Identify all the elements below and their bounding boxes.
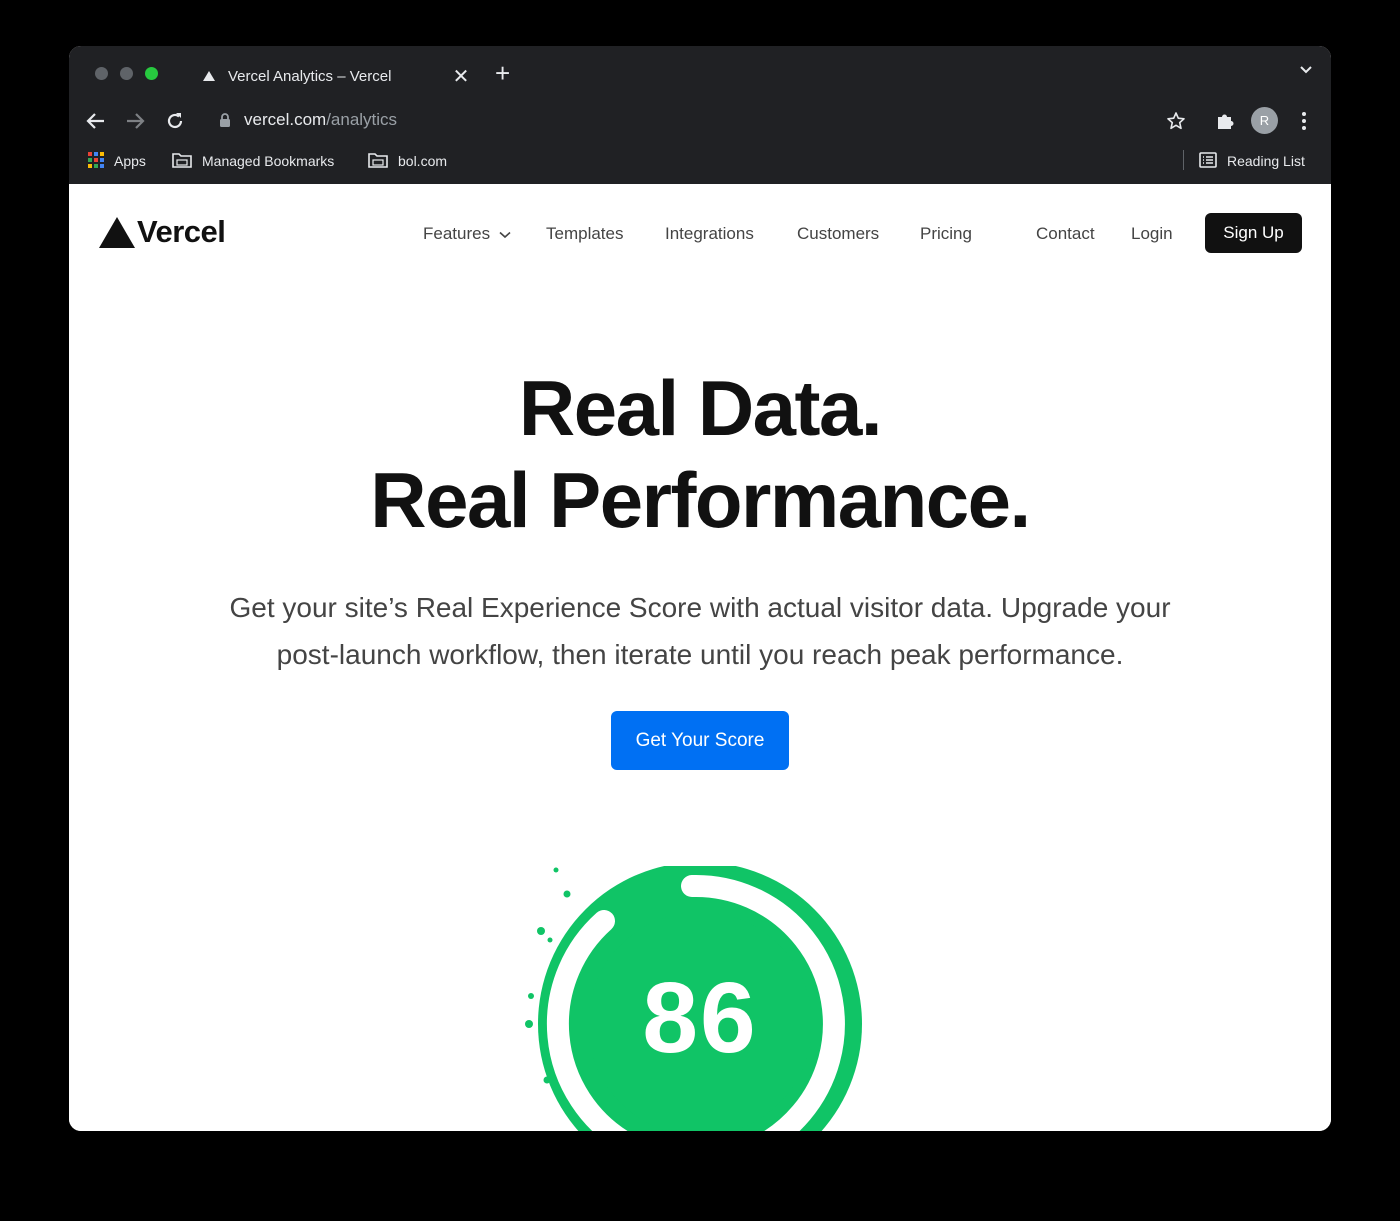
- nav-pricing[interactable]: Pricing: [920, 224, 972, 244]
- reload-icon[interactable]: [162, 108, 188, 134]
- bookmark-apps[interactable]: Apps: [88, 150, 146, 172]
- lock-icon[interactable]: [219, 113, 231, 133]
- experience-score-graphic: 86: [517, 862, 877, 1131]
- hero-title: Real Data. Real Performance.: [69, 362, 1331, 546]
- nav-integrations[interactable]: Integrations: [665, 224, 754, 244]
- bookmark-divider: [1183, 150, 1184, 170]
- hero-title-line1: Real Data.: [518, 364, 883, 452]
- bookmark-star-icon[interactable]: [1163, 108, 1189, 134]
- apps-grid-icon: [88, 151, 104, 171]
- hero-subtitle-line1: Get your site’s Real Experience Score wi…: [229, 592, 1171, 623]
- web-page: Vercel Features Templates Integrations C…: [69, 184, 1331, 1131]
- minimize-window-button[interactable]: [120, 67, 133, 80]
- hero-subtitle: Get your site’s Real Experience Score wi…: [69, 584, 1331, 678]
- nav-features[interactable]: Features: [423, 224, 511, 244]
- extensions-puzzle-icon[interactable]: [1212, 108, 1238, 134]
- vercel-logo[interactable]: Vercel: [99, 214, 226, 250]
- zoom-window-button[interactable]: [145, 67, 158, 80]
- url-text[interactable]: vercel.com/analytics: [244, 110, 397, 130]
- browser-window: Vercel Analytics – Vercel ✕ + vercel.com…: [69, 46, 1331, 1131]
- forward-arrow-icon[interactable]: [122, 108, 148, 134]
- new-tab-button[interactable]: +: [495, 60, 510, 86]
- reading-list-button[interactable]: Reading List: [1199, 150, 1305, 172]
- nav-features-label: Features: [423, 224, 491, 243]
- bookmark-label: bol.com: [398, 153, 448, 169]
- nav-customers[interactable]: Customers: [797, 224, 879, 244]
- get-your-score-button[interactable]: Get Your Score: [611, 711, 789, 770]
- url-host: vercel.com: [244, 110, 327, 129]
- signup-button[interactable]: Sign Up: [1205, 213, 1302, 253]
- more-menu-icon[interactable]: [1291, 108, 1317, 134]
- hero-subtitle-line2: post-launch workflow, then iterate until…: [276, 639, 1124, 670]
- url-path: /analytics: [326, 110, 398, 129]
- address-bar[interactable]: vercel.com/analytics: [209, 104, 1209, 138]
- bookmark-label: Apps: [114, 153, 146, 169]
- browser-chrome: Vercel Analytics – Vercel ✕ + vercel.com…: [69, 46, 1331, 184]
- folder-icon: [368, 152, 388, 171]
- logo-text: Vercel: [137, 214, 226, 249]
- bookmark-bol-com[interactable]: bol.com: [368, 150, 447, 172]
- reading-list-icon: [1199, 151, 1217, 171]
- browser-tab[interactable]: Vercel Analytics – Vercel ✕: [187, 58, 477, 96]
- bookmark-label: Managed Bookmarks: [202, 153, 335, 169]
- nav-login[interactable]: Login: [1131, 224, 1173, 244]
- score-value: 86: [642, 962, 758, 1074]
- vercel-triangle-icon: [99, 216, 135, 248]
- reading-list-label: Reading List: [1227, 153, 1305, 169]
- tab-close-icon[interactable]: ✕: [449, 64, 473, 89]
- close-window-button[interactable]: [95, 67, 108, 80]
- tab-search-chevron-icon[interactable]: [1299, 62, 1313, 80]
- nav-templates[interactable]: Templates: [546, 224, 623, 244]
- back-arrow-icon[interactable]: [83, 108, 109, 134]
- hero-title-line2: Real Performance.: [370, 456, 1031, 544]
- folder-icon: [172, 152, 192, 171]
- tab-title: Vercel Analytics – Vercel: [228, 68, 392, 85]
- nav-contact[interactable]: Contact: [1036, 224, 1095, 244]
- bookmark-managed-bookmarks[interactable]: Managed Bookmarks: [172, 150, 334, 172]
- chevron-down-icon: [499, 231, 511, 238]
- vercel-favicon-icon: [203, 71, 215, 81]
- profile-avatar[interactable]: R: [1251, 107, 1278, 134]
